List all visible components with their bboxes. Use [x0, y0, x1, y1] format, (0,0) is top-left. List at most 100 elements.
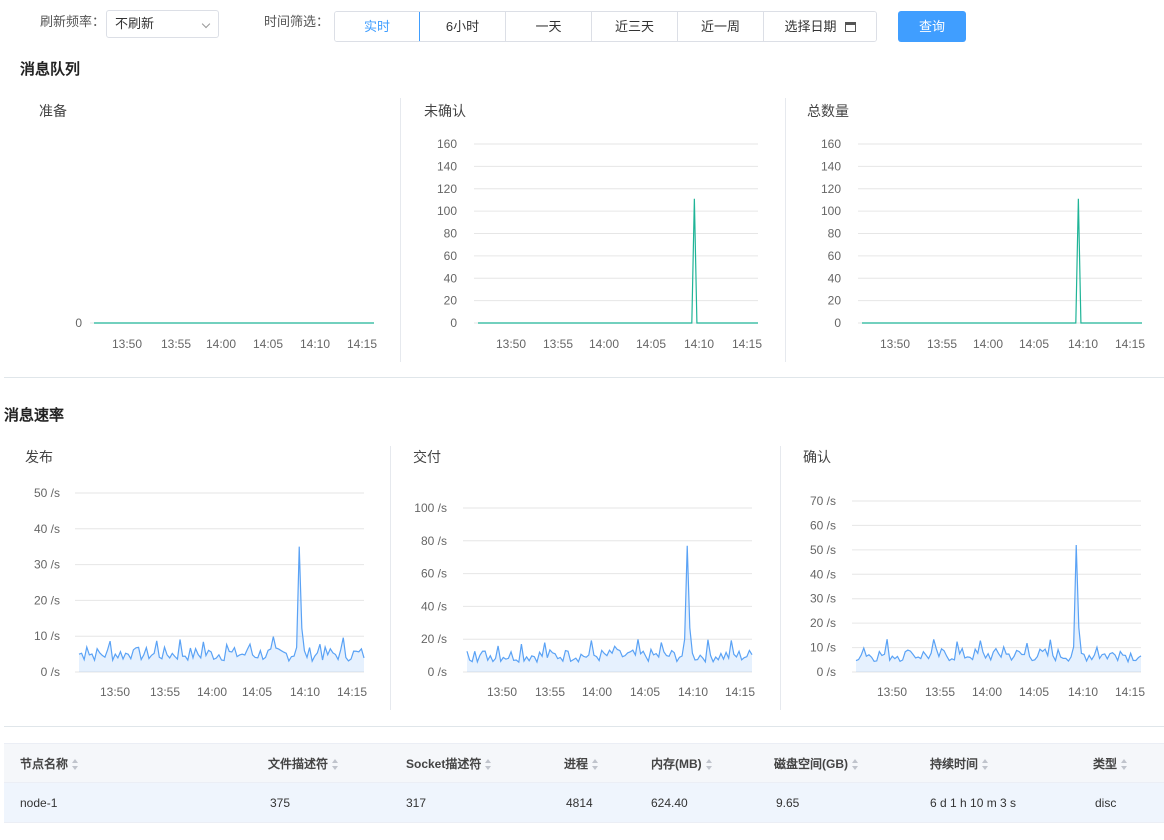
cell-node-name: node-1 [20, 796, 58, 810]
unacked-chart: 160 140 120 100 80 60 40 20 0 13:50 13:55 14:00 14:0… [437, 137, 762, 351]
sort-icon[interactable] [705, 759, 713, 771]
col-uptime[interactable]: 持续时间 [930, 744, 989, 784]
y-tick-label: 50 /s [34, 486, 60, 500]
y-tick-label: 0 [75, 316, 82, 330]
ready-chart: 0 13:50 13:55 14:00 14:05 14:10 14:15 [75, 316, 377, 351]
y-tick-label: 80 [444, 227, 458, 241]
sort-icon[interactable] [332, 759, 339, 771]
y-tick-label: 30 /s [810, 592, 836, 606]
cell-proc: 4814 [566, 796, 593, 810]
x-tick-label: 14:15 [1115, 685, 1145, 699]
y-tick-label: 60 [828, 249, 842, 263]
table-row[interactable]: node-1 375 317 4814 624.40 9.65 6 d 1 h … [4, 783, 1164, 823]
x-tick-label: 13:55 [925, 685, 955, 699]
col-label: 文件描述符 [268, 757, 329, 771]
y-tick-label: 0 /s [41, 665, 60, 679]
y-tick-label: 50 /s [810, 543, 836, 557]
sort-icon[interactable] [592, 759, 599, 771]
x-tick-label: 13:55 [161, 337, 191, 351]
col-proc[interactable]: 进程 [564, 744, 599, 784]
y-tick-label: 80 [828, 227, 842, 241]
x-tick-label: 13:55 [543, 337, 573, 351]
x-tick-label: 14:10 [290, 685, 320, 699]
x-tick-label: 14:00 [197, 685, 227, 699]
cell-fd: 375 [270, 796, 291, 810]
y-tick-label: 0 /s [817, 665, 836, 679]
x-tick-label: 14:15 [725, 685, 755, 699]
y-tick-label: 0 /s [428, 665, 447, 679]
y-tick-label: 70 /s [810, 494, 836, 508]
x-tick-label: 14:15 [337, 685, 367, 699]
x-tick-label: 13:55 [927, 337, 957, 351]
col-node-name[interactable]: 节点名称 [20, 744, 79, 784]
y-tick-label: 60 [444, 249, 458, 263]
x-tick-label: 14:05 [253, 337, 283, 351]
y-tick-label: 160 [821, 137, 841, 151]
x-tick-label: 13:50 [112, 337, 142, 351]
x-tick-label: 14:00 [973, 337, 1003, 351]
x-tick-label: 14:05 [636, 337, 666, 351]
x-tick-label: 14:10 [1068, 337, 1098, 351]
y-tick-label: 0 [450, 316, 457, 330]
y-tick-label: 20 [444, 294, 458, 308]
series-line [478, 198, 758, 324]
x-tick-label: 13:50 [877, 685, 907, 699]
col-fd[interactable]: 文件描述符 [268, 744, 339, 784]
sort-icon[interactable] [485, 759, 492, 771]
col-label: 类型 [1093, 757, 1118, 771]
cell-socket: 317 [406, 796, 427, 810]
col-label: 进程 [564, 757, 589, 771]
x-tick-label: 14:00 [206, 337, 236, 351]
series-area [467, 545, 752, 672]
deliver-chart: 100 /s 80 /s 60 /s 40 /s 20 /s 0 /s 13:50 13:55… [414, 501, 755, 699]
x-tick-label: 14:00 [972, 685, 1002, 699]
y-tick-label: 20 /s [421, 632, 447, 646]
node-table: 节点名称 文件描述符 Socket描述符 进程 内存(MB) 磁盘空间(GB) … [4, 743, 1164, 823]
y-tick-label: 10 /s [34, 629, 60, 643]
ack-chart: 70 /s 60 /s 50 /s 40 /s 30 /s 20 /s 10 /s 0 /s 1… [810, 494, 1145, 699]
table-header: 节点名称 文件描述符 Socket描述符 进程 内存(MB) 磁盘空间(GB) … [4, 743, 1164, 783]
x-tick-label: 13:50 [487, 685, 517, 699]
cell-uptime: 6 d 1 h 10 m 3 s [930, 796, 1017, 810]
col-mem[interactable]: 内存(MB) [651, 744, 713, 784]
x-tick-label: 14:05 [1019, 337, 1049, 351]
col-label: 持续时间 [930, 757, 979, 771]
col-socket[interactable]: Socket描述符 [406, 744, 492, 784]
y-tick-label: 100 [437, 204, 457, 218]
y-tick-label: 40 /s [34, 522, 60, 536]
sort-icon[interactable] [852, 759, 859, 771]
y-tick-label: 100 /s [414, 501, 447, 515]
x-tick-label: 14:10 [300, 337, 330, 351]
cell-mem: 624.40 [651, 796, 688, 810]
col-disk[interactable]: 磁盘空间(GB) [774, 744, 859, 784]
col-type[interactable]: 类型 [1093, 744, 1128, 784]
col-label: Socket描述符 [406, 757, 482, 771]
series-line [466, 545, 753, 664]
y-tick-label: 40 [828, 271, 842, 285]
x-tick-label: 14:15 [347, 337, 377, 351]
y-tick-label: 20 /s [810, 616, 836, 630]
sort-icon[interactable] [982, 759, 989, 771]
cell-type: disc [1095, 796, 1117, 810]
x-tick-label: 13:50 [100, 685, 130, 699]
x-tick-label: 14:05 [630, 685, 660, 699]
y-tick-label: 120 [437, 182, 457, 196]
x-tick-label: 14:00 [589, 337, 619, 351]
y-tick-label: 40 /s [810, 567, 836, 581]
sort-icon[interactable] [1121, 759, 1128, 771]
x-tick-label: 14:05 [1019, 685, 1049, 699]
rate-charts: 50 /s 40 /s 30 /s 20 /s 10 /s 0 /s 13:50 13:55 1… [34, 486, 1145, 699]
publish-chart: 50 /s 40 /s 30 /s 20 /s 10 /s 0 /s 13:50 13:55 1… [34, 486, 367, 699]
y-tick-label: 20 /s [34, 593, 60, 607]
sort-icon[interactable] [72, 759, 79, 771]
cell-disk: 9.65 [776, 796, 800, 810]
section-divider [4, 377, 1164, 378]
x-tick-label: 13:55 [150, 685, 180, 699]
col-label: 内存(MB) [651, 757, 702, 771]
x-tick-label: 14:00 [582, 685, 612, 699]
y-tick-label: 140 [821, 159, 841, 173]
y-tick-label: 60 /s [421, 567, 447, 581]
y-tick-label: 40 /s [421, 599, 447, 613]
x-tick-label: 13:55 [535, 685, 565, 699]
x-tick-label: 14:15 [1115, 337, 1145, 351]
